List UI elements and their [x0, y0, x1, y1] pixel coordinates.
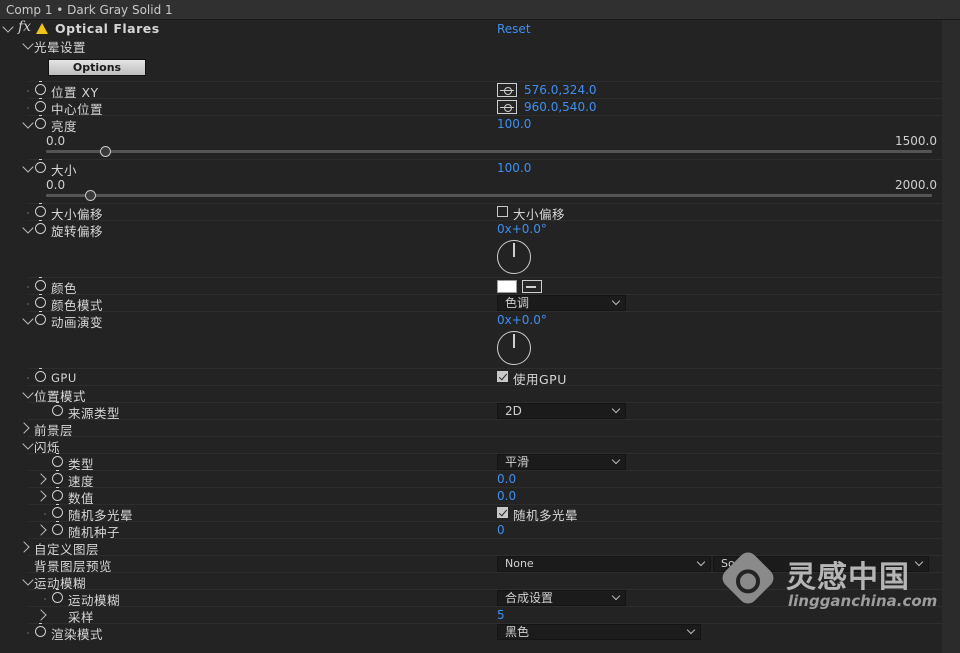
stopwatch-icon[interactable]: [35, 368, 46, 382]
bg-layer-dropdown[interactable]: None: [497, 556, 711, 572]
chevron-down-icon: [686, 625, 696, 635]
stopwatch-icon[interactable]: [35, 311, 46, 325]
stopwatch-icon[interactable]: [52, 589, 63, 603]
brightness-slider-knob[interactable]: [99, 146, 111, 157]
chevron-down-icon: [611, 591, 621, 601]
brightness-min: 0.0: [46, 134, 66, 148]
options-button[interactable]: Options: [48, 59, 146, 76]
stopwatch-icon[interactable]: [35, 115, 46, 129]
bg-layer-selected: None: [505, 557, 534, 570]
scrollbar[interactable]: [942, 20, 960, 653]
flicker-type-selected: 平滑: [505, 455, 530, 469]
source-type-dropdown[interactable]: 2D: [497, 403, 626, 419]
stopwatch-icon[interactable]: [35, 159, 46, 173]
size-max: 2000.0: [895, 178, 937, 192]
size-slider-knob[interactable]: [84, 190, 96, 201]
gpu-label: GPU: [51, 371, 77, 385]
rotation-offset-value[interactable]: 0x+0.0°: [497, 222, 547, 236]
motion-blur-selected: 合成设置: [505, 591, 554, 605]
chevron-down-icon: [611, 296, 621, 306]
flare-settings-label: 光晕设置: [34, 40, 87, 55]
stopwatch-icon[interactable]: [35, 98, 46, 112]
fx-icon[interactable]: fx: [18, 19, 31, 35]
effect-controls-panel: Comp 1 • Dark Gray Solid 1 fx Optical Fl…: [0, 0, 960, 653]
flicker-amount-value[interactable]: 0.0: [497, 489, 516, 503]
chevron-down-icon: [611, 455, 621, 465]
stopwatch-icon[interactable]: [35, 203, 46, 217]
crosshair-icon[interactable]: [497, 100, 517, 114]
brightness-max: 1500.0: [895, 134, 937, 148]
stopwatch-icon[interactable]: [52, 402, 63, 416]
stopwatch-icon[interactable]: [35, 220, 46, 234]
animation-evolution-value[interactable]: 0x+0.0°: [497, 313, 547, 327]
random-seed-value[interactable]: 0: [497, 523, 505, 537]
rotation-dial[interactable]: [497, 240, 531, 274]
chevron-down-icon: [696, 557, 706, 567]
size-label: 大小: [51, 163, 78, 178]
panel-title-bar: Comp 1 • Dark Gray Solid 1: [0, 0, 960, 20]
brightness-value[interactable]: 100.0: [497, 117, 531, 131]
motion-blur-dropdown[interactable]: 合成设置: [497, 590, 626, 606]
eyedropper-icon[interactable]: [522, 280, 542, 293]
source-type-selected: 2D: [505, 404, 522, 418]
watermark: 灵感中国 lingganchina.com: [718, 548, 942, 618]
center-position-value[interactable]: 960.0,540.0: [524, 100, 597, 114]
random-flare-checkbox[interactable]: [497, 507, 508, 518]
crosshair-icon[interactable]: [497, 83, 517, 97]
brightness-label: 亮度: [51, 119, 78, 134]
brightness-slider-track[interactable]: [46, 150, 932, 153]
samples-value[interactable]: 5: [497, 608, 505, 622]
render-mode-dropdown[interactable]: 黑色: [497, 624, 701, 640]
warning-icon: [36, 23, 48, 34]
stopwatch-icon[interactable]: [35, 81, 46, 95]
stopwatch-icon[interactable]: [52, 487, 63, 501]
properties-list: [0, 20, 942, 640]
stopwatch-icon[interactable]: [35, 294, 46, 308]
render-mode-label: 渲染模式: [51, 627, 104, 642]
watermark-url: lingganchina.com: [788, 592, 938, 610]
position-xy-value[interactable]: 576.0,324.0: [524, 83, 597, 97]
stopwatch-icon[interactable]: [52, 504, 63, 518]
color-swatch[interactable]: [497, 280, 517, 293]
watermark-logo-icon: [718, 548, 778, 608]
comp-title: Comp 1 • Dark Gray Solid 1: [6, 3, 173, 17]
evolution-dial[interactable]: [497, 331, 531, 365]
size-value[interactable]: 100.0: [497, 161, 531, 175]
effect-name: Optical Flares: [55, 21, 160, 36]
render-mode-selected: 黑色: [505, 625, 530, 639]
stopwatch-icon[interactable]: [52, 470, 63, 484]
rotation-offset-label: 旋转偏移: [51, 224, 104, 239]
reset-link[interactable]: Reset: [497, 22, 531, 36]
stopwatch-icon[interactable]: [52, 521, 63, 535]
stopwatch-icon[interactable]: [35, 277, 46, 291]
size-slider-track[interactable]: [46, 194, 932, 197]
watermark-brand: 灵感中国: [786, 560, 910, 595]
use-gpu-checkbox[interactable]: [497, 371, 508, 382]
flicker-speed-value[interactable]: 0.0: [497, 472, 516, 486]
flicker-type-dropdown[interactable]: 平滑: [497, 454, 626, 470]
color-mode-selected: 色调: [505, 296, 530, 310]
stopwatch-icon[interactable]: [52, 453, 63, 467]
color-mode-dropdown[interactable]: 色调: [497, 295, 626, 311]
animation-evolution-label: 动画演变: [51, 315, 104, 330]
stopwatch-icon[interactable]: [35, 623, 46, 637]
chevron-down-icon: [611, 404, 621, 414]
size-offset-checkbox[interactable]: [497, 206, 508, 217]
size-min: 0.0: [46, 178, 66, 192]
